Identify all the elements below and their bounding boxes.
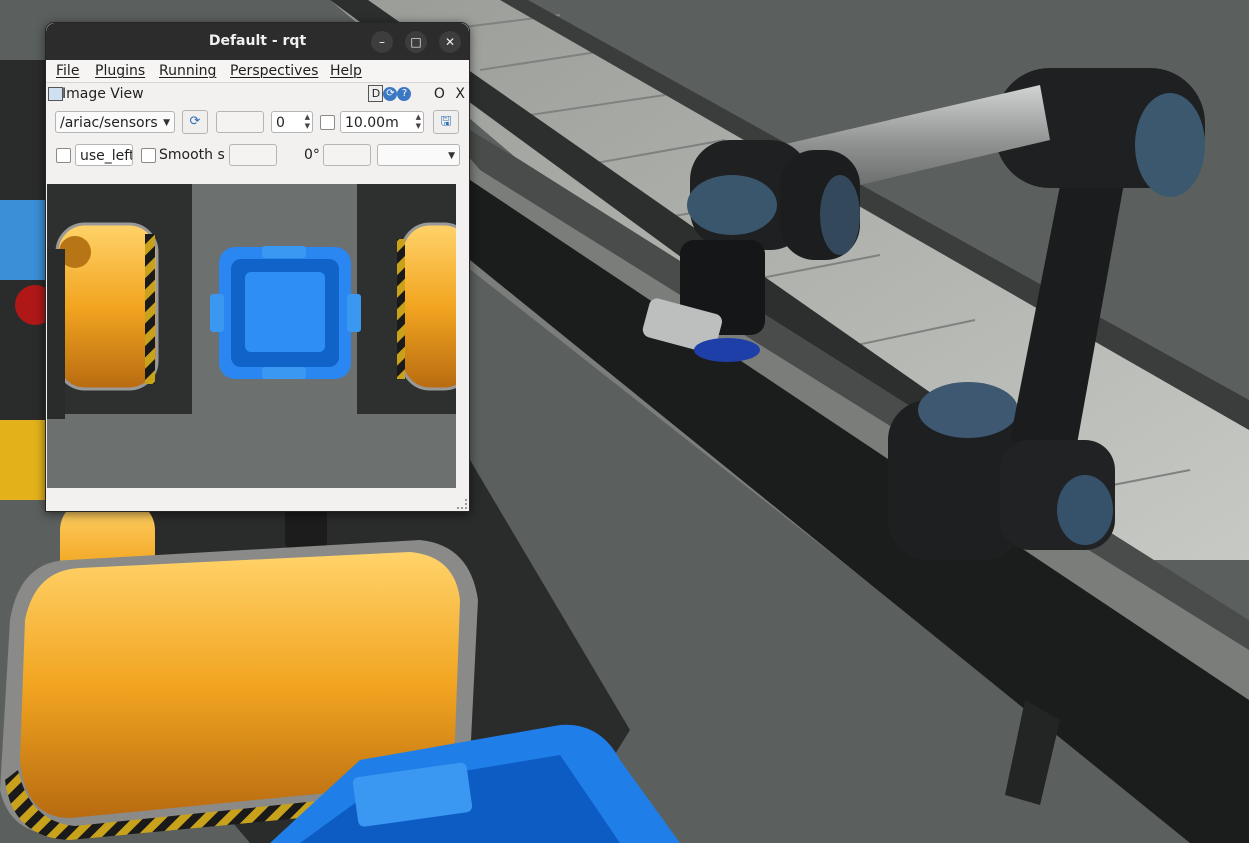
menu-running[interactable]: Running	[159, 63, 216, 79]
maximize-button[interactable]: □	[405, 31, 427, 53]
rotation-field[interactable]	[323, 144, 371, 166]
close-button[interactable]: ✕	[439, 31, 461, 53]
menu-file[interactable]: File	[56, 63, 79, 79]
menu-help[interactable]: Help	[330, 63, 362, 79]
help-icon[interactable]: ?	[397, 86, 412, 101]
refresh-icon: ⟳	[189, 114, 201, 129]
minimize-button[interactable]: –	[371, 31, 393, 53]
plugin-dock-bar: Image View D ⟳? O X	[46, 83, 469, 105]
menu-plugins[interactable]: Plugins	[95, 63, 145, 79]
smooth-scaling-label: Smooth s	[159, 147, 225, 163]
reload-icon[interactable]: ⟳	[383, 86, 398, 101]
blank-field[interactable]	[216, 111, 264, 133]
dock-controls: D ⟳? O X	[368, 85, 465, 102]
camera-image-view[interactable]	[47, 184, 456, 488]
number-value: 0	[276, 115, 285, 131]
vertical-scrollbar[interactable]	[456, 184, 468, 488]
dock-d-button[interactable]: D	[368, 85, 384, 102]
use-left-field[interactable]: use_left	[75, 144, 133, 166]
spin-arrows-icon[interactable]: ▲ ▼	[305, 113, 310, 131]
smooth-scaling-checkbox[interactable]	[141, 148, 156, 163]
menu-bar: File Plugins Running Perspectives Help	[46, 60, 469, 83]
dock-close-button[interactable]: X	[455, 86, 465, 102]
save-icon: 🖫	[440, 114, 452, 129]
mouse-publish-checkbox[interactable]	[56, 148, 71, 163]
plugin-title: Image View	[62, 86, 144, 102]
window-titlebar[interactable]: Default - rqt – □ ✕	[46, 23, 469, 60]
image-view-icon	[48, 87, 63, 101]
save-image-button[interactable]: 🖫	[433, 110, 459, 134]
use-left-value: use_left	[80, 148, 133, 164]
max-range-spinbox[interactable]: 10.00m ▲ ▼	[340, 111, 424, 133]
menu-perspectives[interactable]: Perspectives	[230, 63, 318, 79]
topic-value: /ariac/sensors	[60, 115, 158, 131]
dynamic-range-checkbox[interactable]	[320, 115, 335, 130]
blank-field-2[interactable]	[229, 144, 277, 166]
max-range-value: 10.00m	[345, 115, 399, 131]
chevron-down-icon: ▼	[163, 118, 170, 128]
spin-arrows-icon[interactable]: ▲ ▼	[416, 113, 421, 131]
toolbar-row-2: use_left Smooth s 0° ▼	[46, 144, 469, 170]
rotation-select[interactable]: ▼	[377, 144, 460, 166]
topic-combobox[interactable]: /ariac/sensors ▼	[55, 111, 175, 133]
refresh-topics-button[interactable]: ⟳	[182, 110, 208, 134]
toolbar-row-1: /ariac/sensors ▼ ⟳ 0 ▲ ▼ 10.00m ▲ ▼ 🖫	[46, 110, 469, 137]
number-spinbox[interactable]: 0 ▲ ▼	[271, 111, 313, 133]
resize-grip-icon[interactable]	[457, 499, 467, 509]
dock-options-button[interactable]: O	[434, 86, 445, 102]
rotation-label: 0°	[304, 147, 320, 163]
rqt-window: Default - rqt – □ ✕ File Plugins Running…	[45, 22, 470, 512]
camera-image	[47, 184, 456, 488]
chevron-down-icon: ▼	[448, 151, 455, 161]
